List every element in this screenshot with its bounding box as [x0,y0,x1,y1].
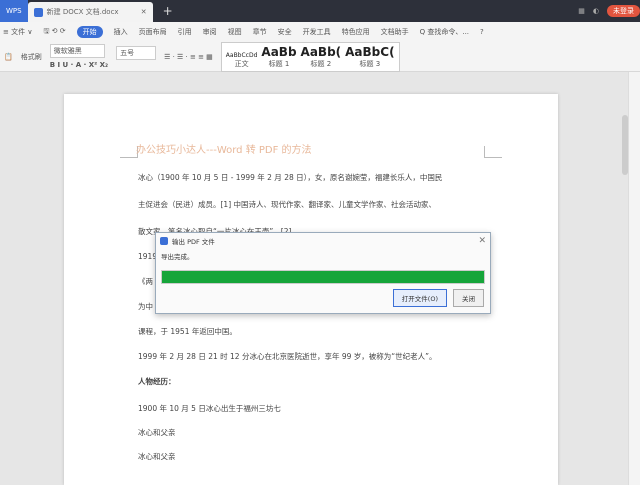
style-name: 标题 3 [359,59,381,68]
vertical-scrollbar[interactable] [622,95,630,475]
document-icon [33,7,43,17]
document-tab[interactable]: 新建 DOCX 文档.docx ✕ [27,2,153,22]
close-icon[interactable]: ✕ [478,236,486,246]
wps-home-tab[interactable]: WPS [0,0,28,22]
dialog-message: 导出完成。 [161,253,194,261]
style-item[interactable]: AaBb 标题 1 [261,45,296,69]
style-name: 标题 1 [268,59,290,68]
style-preview: AaBb( [300,44,342,59]
paragraph-line: 课程，于 1951 年返回中国。 [138,327,237,336]
document-title: 办公技巧小达人---Word 转 PDF 的方法 [136,145,312,156]
paragraph-tools[interactable]: ☰ · ☰ · ≡ ≡ ▦ [164,53,213,61]
font-size-select[interactable]: 五号 [116,46,157,60]
menu-item[interactable]: 开发工具 [303,27,331,37]
style-item[interactable]: AaBb(标题 2 [301,45,342,69]
paragraph-line: 为中 [138,302,153,311]
style-gallery[interactable]: AaBbCcDd 正文 AaBb 标题 1 AaBb(标题 2 AaBbC(标题 3 [220,41,400,72]
style-name: 标题 2 [310,59,332,68]
close-tab-icon[interactable]: ✕ [141,8,147,16]
paragraph-line: 1900 年 10 月 5 日冰心出生于福州三坊七 [138,404,281,413]
dialog-title: 输出 PDF 文件 [172,237,215,246]
layout-icon[interactable]: ▦ [578,7,585,15]
paragraph-line: 主促进会（民进）成员。[1] 中国诗人、现代作家、翻译家、儿童文学作家、社会活动… [138,200,437,209]
progress-bar [161,270,485,284]
quick-access-icons[interactable]: 🖫 ⟲ ⟳ [43,27,65,38]
help-button[interactable]: ? [480,28,484,36]
ribbon: 📋 格式刷 微软雅黑 B I U · A · X² X₂ 五号 ☰ · ☰ · ≡… [0,41,640,72]
format-buttons[interactable]: B I U · A · X² X₂ [50,61,108,69]
skin-icon[interactable]: ◐ [593,7,599,15]
menu-item[interactable]: Q 查找命令、... [420,27,469,37]
style-preview: AaBbCcDd [225,51,258,59]
wps-icon [160,236,168,245]
style-item[interactable]: AaBbCcDd 正文 [226,51,258,69]
style-name: 正文 [234,59,249,68]
paste-button[interactable]: 📋 [4,53,13,61]
menu-item[interactable]: 审阅 [203,27,217,37]
style-preview: AaBbC( [345,44,395,59]
new-tab-button[interactable]: + [163,4,173,18]
font-select[interactable]: 微软雅黑 [49,44,105,58]
menu-item[interactable]: 安全 [278,27,292,37]
menu-item[interactable]: 文档助手 [381,27,409,37]
scrollbar-thumb[interactable] [622,115,628,175]
paragraph-line: 冰心和父亲 [138,428,176,437]
progress-fill [162,271,484,283]
menu-item[interactable]: 引用 [178,27,192,37]
close-button[interactable]: 关闭 [453,289,484,307]
menu-item[interactable]: 开始 [76,26,103,38]
margin-corner [484,146,502,158]
style-preview: AaBb [261,44,297,59]
tab-bar: WPS 新建 DOCX 文档.docx ✕ + ▦ ◐ 未登录 [0,0,640,22]
paragraph-line: 人物经历： [138,377,176,386]
menu-bar: ≡ 文件 ∨ 🖫 ⟲ ⟳ 开始 插入 页面布局 引用 审阅 视图 章节 安全 开发工具 特色应用 文档助… [0,22,640,42]
style-item[interactable]: AaBbC(标题 3 [345,45,394,69]
menu-item[interactable]: ≡ 文件 ∨ [3,27,32,37]
menu-item[interactable]: 章节 [253,27,267,37]
document-tab-label: 新建 DOCX 文档.docx [46,8,119,16]
format-painter-button[interactable]: 格式刷 [21,52,42,62]
menu-item[interactable]: 页面布局 [139,27,167,37]
paragraph-line: 冰心（1900 年 10 月 5 日 - 1999 年 2 月 28 日），女，… [138,173,443,182]
paragraph-line: 冰心和父亲 [138,452,176,461]
open-file-button[interactable]: 打开文件(O) [392,289,447,307]
menu-item[interactable]: 特色应用 [342,27,370,37]
paragraph-line: 《两 [138,277,153,286]
export-pdf-dialog: 输出 PDF 文件 ✕ 导出完成。 打开文件(O) 关闭 [155,232,491,314]
menu-item[interactable]: 视图 [228,27,242,37]
menu-item[interactable]: 插入 [114,27,128,37]
paragraph-line: 1999 年 2 月 28 日 21 时 12 分冰心在北京医院逝世，享年 99… [138,352,437,361]
login-button[interactable]: 未登录 [607,5,640,17]
